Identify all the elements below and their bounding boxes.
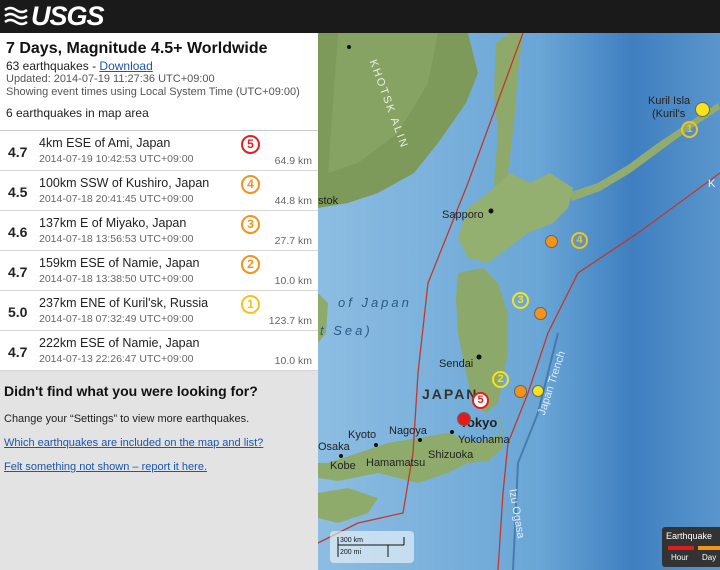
magnitude: 4.5	[8, 184, 28, 200]
earthquake-place: 100km SSW of Kushiro, Japan	[39, 176, 210, 190]
earthquake-depth: 123.7 km	[268, 315, 312, 327]
region-label-ak: K	[708, 178, 716, 190]
usgs-logo[interactable]: USGS	[4, 1, 105, 31]
summary-panel: 7 Days, Magnitude 4.5+ Worldwide 63 eart…	[0, 33, 318, 130]
scale-bar: 300 km 200 mi	[330, 531, 414, 563]
sidebar: 7 Days, Magnitude 4.5+ Worldwide 63 eart…	[0, 33, 318, 570]
sea-of-japan-label: of Japan	[338, 295, 412, 310]
map-number-3: 3	[512, 292, 529, 309]
map-number-4: 4	[571, 232, 588, 249]
count-line: 63 earthquakes - Download	[6, 59, 312, 73]
earthquake-depth: 10.0 km	[274, 355, 312, 367]
settings-hint: Change your “Settings” to view more eart…	[4, 413, 250, 425]
legend-day-label: Day	[702, 553, 717, 562]
earthquake-marker-5[interactable]	[457, 412, 471, 426]
earthquake-time: 2014-07-13 22:26:47 UTC+09:00	[39, 353, 194, 365]
city-label-sendai: Sendai	[439, 358, 474, 370]
city-label-sapporo: Sapporo	[442, 209, 484, 221]
city-label-osaka: Osaka	[318, 441, 350, 453]
country-label-japan: JAPAN	[422, 386, 479, 402]
earthquake-number-badge: 1	[241, 295, 260, 314]
help-heading: Didn't find what you were looking for?	[4, 383, 258, 399]
updated-time: Updated: 2014-07-19 11:27:36 UTC+09:00	[6, 73, 215, 85]
magnitude: 4.6	[8, 224, 28, 240]
map-legend: Earthquake Hour Day	[662, 527, 720, 567]
download-link[interactable]: Download	[99, 59, 152, 73]
earthquake-number-badge: 3	[241, 215, 260, 234]
earthquake-number-badge: 2	[241, 255, 260, 274]
earthquake-place: 159km ESE of Namie, Japan	[39, 256, 200, 270]
earthquake-marker-1[interactable]	[695, 102, 710, 117]
earthquake-place: 4km ESE of Ami, Japan	[39, 136, 171, 150]
map-number-1: 1	[681, 121, 698, 138]
scale-mi: 200 mi	[340, 549, 362, 556]
earthquake-list-item[interactable]: 5.0 237km ENE of Kuril'sk, Russia 2014-07-…	[0, 291, 318, 331]
legend-title: Earthquake	[666, 531, 713, 541]
legend-day-swatch	[698, 546, 720, 550]
earthquake-list-item[interactable]: 4.5 100km SSW of Kushiro, Japan 2014-07-18…	[0, 171, 318, 211]
magnitude: 4.7	[8, 144, 28, 160]
magnitude: 4.7	[8, 264, 28, 280]
legend-hour-label: Hour	[671, 553, 689, 562]
map-number-2: 2	[492, 371, 509, 388]
map-view[interactable]: of Japan t Sea) stok Sapporo Sendai JAPA…	[318, 33, 720, 570]
earthquake-time: 2014-07-18 20:41:45 UTC+09:00	[39, 193, 194, 205]
earthquake-time: 2014-07-18 13:38:50 UTC+09:00	[39, 273, 194, 285]
city-label-kyoto: Kyoto	[348, 429, 377, 441]
earthquake-depth: 10.0 km	[274, 275, 312, 287]
magnitude: 4.7	[8, 344, 28, 360]
city-label-yokohama: Yokohama	[458, 434, 510, 446]
earthquake-depth: 44.8 km	[274, 195, 312, 207]
earthquake-time: 2014-07-18 07:32:49 UTC+09:00	[39, 313, 194, 325]
region-label-kuril: Kuril Isla	[648, 95, 691, 107]
earthquake-list-item[interactable]: 4.7 4km ESE of Ami, Japan 2014-07-19 10:42…	[0, 131, 318, 171]
logo-text: USGS	[31, 1, 105, 31]
earthquake-time: 2014-07-18 13:56:53 UTC+09:00	[39, 233, 194, 245]
city-label-stok: stok	[318, 195, 339, 207]
map-number-5: 5	[472, 392, 489, 409]
page-title: 7 Days, Magnitude 4.5+ Worldwide	[6, 40, 268, 57]
earthquake-time: 2014-07-19 10:42:53 UTC+09:00	[39, 153, 194, 165]
usgs-wave-icon	[4, 4, 28, 28]
earthquake-marker-2[interactable]	[514, 385, 527, 398]
earthquake-marker-6[interactable]	[532, 385, 544, 397]
earthquake-number-badge: 5	[241, 135, 260, 154]
earthquake-list-item[interactable]: 4.6 137km E of Miyako, Japan 2014-07-18 13…	[0, 211, 318, 251]
earthquake-list-item[interactable]: 4.7 159km ESE of Namie, Japan 2014-07-18 1…	[0, 251, 318, 291]
earthquake-place: 237km ENE of Kuril'sk, Russia	[39, 296, 209, 310]
city-label-kobe: Kobe	[330, 460, 356, 472]
earthquake-depth: 64.9 km	[274, 155, 312, 167]
magnitude: 5.0	[8, 304, 28, 320]
scale-km: 300 km	[340, 537, 363, 544]
site-header: USGS	[0, 0, 720, 33]
earthquake-place: 137km E of Miyako, Japan	[39, 216, 187, 230]
earthquake-place: 222km ESE of Namie, Japan	[39, 336, 200, 350]
city-label-shizuoka: Shizuoka	[428, 449, 474, 461]
timezone-note: Showing event times using Local System T…	[6, 86, 300, 98]
city-label-hamamatsu: Hamamatsu	[366, 457, 426, 469]
count-text: 63 earthquakes -	[6, 59, 100, 73]
earthquake-list: 4.7 4km ESE of Ami, Japan 2014-07-19 10:42…	[0, 130, 318, 371]
earthquake-marker-3[interactable]	[534, 307, 547, 320]
region-label-kuril-2: (Kuril's	[652, 108, 686, 120]
east-sea-label: t Sea)	[320, 323, 373, 338]
earthquake-depth: 27.7 km	[274, 235, 312, 247]
map-area-count: 6 earthquakes in map area	[6, 106, 149, 120]
earthquake-list-item[interactable]: 4.7 222km ESE of Namie, Japan 2014-07-13 2…	[0, 331, 318, 371]
included-earthquakes-link[interactable]: Which earthquakes are included on the ma…	[4, 437, 314, 449]
legend-hour-swatch	[668, 546, 694, 550]
felt-report-link[interactable]: Felt something not shown – report it her…	[4, 461, 314, 473]
help-section: Didn't find what you were looking for? C…	[0, 371, 318, 483]
city-label-nagoya: Nagoya	[389, 425, 427, 437]
earthquake-number-badge: 4	[241, 175, 260, 194]
earthquake-marker-4[interactable]	[545, 235, 558, 248]
